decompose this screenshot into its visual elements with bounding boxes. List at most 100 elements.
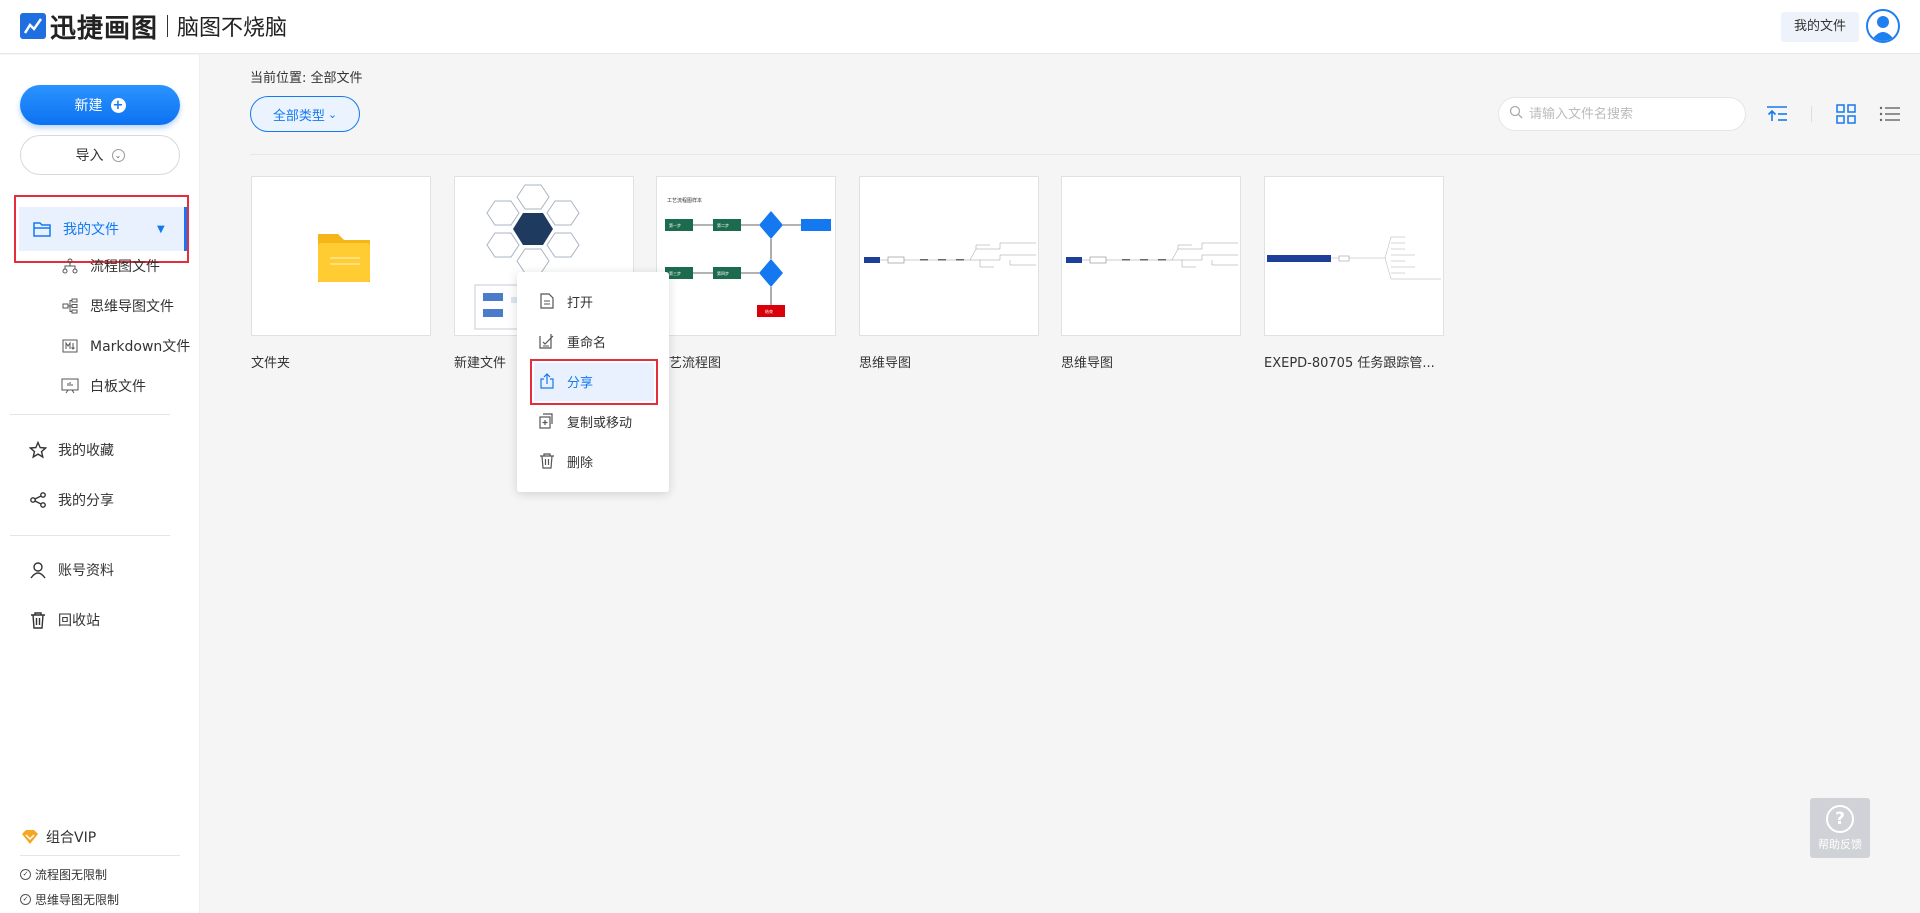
sidebar-item-mindmap-files[interactable]: 思维导图文件 bbox=[60, 296, 174, 316]
active-indicator bbox=[184, 207, 187, 251]
toolbar-divider bbox=[250, 154, 1920, 155]
menu-item-rename[interactable]: 重命名 bbox=[517, 321, 669, 361]
search-box[interactable] bbox=[1498, 97, 1746, 131]
file-name[interactable]: 文件夹 bbox=[251, 352, 290, 371]
help-feedback-button[interactable]: ? 帮助反馈 bbox=[1810, 798, 1870, 858]
mindmap-icon bbox=[60, 296, 80, 316]
sidebar-item-label: 流程图文件 bbox=[90, 259, 160, 275]
share-icon bbox=[539, 373, 555, 389]
mindmap-thumbnail bbox=[864, 242, 1036, 268]
menu-item-delete[interactable]: 删除 bbox=[517, 441, 669, 481]
menu-item-label: 打开 bbox=[567, 295, 594, 311]
file-name[interactable]: 思维导图 bbox=[859, 352, 911, 371]
markdown-icon bbox=[60, 336, 80, 356]
vip-divider bbox=[20, 855, 180, 856]
file-name[interactable]: 新建文件 bbox=[454, 352, 506, 371]
app-name: 迅捷画图 bbox=[50, 13, 159, 44]
context-menu: 打开 重命名 分享 复制或移动 删除 bbox=[517, 272, 669, 492]
vip-feature-label: 思维导图无限制 bbox=[35, 893, 120, 907]
import-button[interactable]: 导入 ⌄ bbox=[20, 135, 180, 175]
menu-item-label: 重命名 bbox=[567, 335, 607, 351]
breadcrumb: 当前位置: 全部文件 bbox=[250, 67, 363, 86]
sidebar-item-favorites[interactable]: 我的收藏 bbox=[28, 440, 114, 460]
sidebar-item-flowchart-files[interactable]: 流程图文件 bbox=[60, 256, 160, 276]
folder-icon bbox=[33, 221, 51, 237]
menu-item-open[interactable]: 打开 bbox=[517, 281, 669, 321]
sidebar-item-label: 白板文件 bbox=[90, 379, 146, 395]
sidebar-item-label: 思维导图文件 bbox=[90, 299, 174, 315]
sidebar-item-label: 我的收藏 bbox=[58, 443, 114, 459]
import-button-label: 导入 bbox=[75, 148, 104, 164]
flow-end: 结束 bbox=[765, 308, 773, 314]
file-card-mindmap[interactable] bbox=[1264, 176, 1444, 336]
sidebar-item-label: 我的文件 bbox=[63, 222, 119, 238]
flow-node: 第四步 bbox=[717, 270, 729, 276]
grid-view-icon[interactable] bbox=[1834, 102, 1858, 126]
plus-icon: + bbox=[110, 97, 126, 113]
vip-diamond-icon bbox=[20, 829, 40, 845]
sidebar-item-whiteboard-files[interactable]: 白板文件 bbox=[60, 376, 146, 396]
flow-title: 工艺流程图样本 bbox=[667, 197, 702, 204]
copy-move-icon bbox=[539, 413, 555, 429]
breadcrumb-current[interactable]: 全部文件 bbox=[311, 71, 363, 86]
mindmap-thumbnail bbox=[1267, 236, 1441, 280]
type-filter-dropdown[interactable]: 全部类型 ⌄ bbox=[250, 96, 360, 132]
sidebar-item-recycle-bin[interactable]: 回收站 bbox=[28, 610, 100, 630]
flow-node: 第二步 bbox=[717, 222, 729, 228]
logo-divider bbox=[167, 15, 169, 37]
folder-icon bbox=[318, 234, 370, 282]
sidebar-divider bbox=[10, 535, 170, 536]
star-icon bbox=[28, 440, 48, 460]
vip-banner[interactable]: 组合VIP bbox=[20, 827, 96, 847]
check-circle-icon: ✓ bbox=[20, 869, 31, 880]
sort-icon[interactable] bbox=[1765, 102, 1789, 126]
share-nodes-icon bbox=[28, 490, 48, 510]
sidebar-item-shares[interactable]: 我的分享 bbox=[28, 490, 114, 510]
menu-item-label: 复制或移动 bbox=[567, 415, 633, 431]
list-view-icon[interactable] bbox=[1878, 102, 1902, 126]
chevron-down-icon: ⌄ bbox=[111, 148, 125, 162]
sidebar-item-label: Markdown文件 bbox=[90, 339, 191, 355]
menu-item-label: 删除 bbox=[567, 455, 594, 471]
vip-feature-label: 流程图无限制 bbox=[35, 868, 108, 882]
sidebar-item-account[interactable]: 账号资料 bbox=[28, 560, 114, 580]
file-card-flowchart[interactable]: 工艺流程图样本 第一步 第二步 第三步 第四步 结束 bbox=[656, 176, 836, 336]
vip-feature-item: ✓ 思维导图无限制 bbox=[20, 891, 119, 908]
open-icon bbox=[539, 293, 555, 309]
sidebar: 新建 + 导入 ⌄ 我的文件 ▼ 流程图文件 思维导图文件 Markdown文件 bbox=[0, 55, 200, 913]
file-name[interactable]: EXEPD-80705 任务跟踪管... bbox=[1264, 352, 1435, 371]
trash-icon bbox=[28, 610, 48, 630]
sidebar-item-label: 回收站 bbox=[58, 613, 100, 629]
sidebar-divider bbox=[10, 414, 170, 415]
search-icon bbox=[1509, 105, 1523, 123]
caret-down-icon: ▼ bbox=[157, 223, 165, 235]
delete-icon bbox=[539, 453, 555, 469]
search-input[interactable] bbox=[1529, 106, 1729, 122]
file-card-folder[interactable] bbox=[251, 176, 431, 336]
menu-item-share[interactable]: 分享 bbox=[517, 361, 669, 401]
whiteboard-icon bbox=[60, 376, 80, 396]
top-header: 迅捷画图 脑图不烧脑 我的文件 bbox=[0, 0, 1920, 54]
vip-feature-item: ✓ 流程图无限制 bbox=[20, 866, 107, 883]
app-logo[interactable]: 迅捷画图 脑图不烧脑 bbox=[20, 10, 287, 44]
help-label: 帮助反馈 bbox=[1818, 838, 1862, 851]
sidebar-item-markdown-files[interactable]: Markdown文件 bbox=[60, 336, 190, 356]
user-avatar[interactable] bbox=[1866, 9, 1900, 43]
flowchart-icon bbox=[60, 256, 80, 276]
logo-icon bbox=[20, 13, 46, 39]
toolbar-separator bbox=[1811, 106, 1812, 122]
check-circle-icon: ✓ bbox=[20, 894, 31, 905]
sidebar-item-my-files[interactable]: 我的文件 ▼ bbox=[14, 195, 189, 263]
header-my-files-button[interactable]: 我的文件 bbox=[1781, 12, 1859, 42]
menu-item-copy-move[interactable]: 复制或移动 bbox=[517, 401, 669, 441]
file-card-mindmap[interactable] bbox=[1061, 176, 1241, 336]
new-button[interactable]: 新建 + bbox=[20, 85, 180, 125]
breadcrumb-label: 当前位置: bbox=[250, 71, 307, 86]
file-card-mindmap[interactable] bbox=[859, 176, 1039, 336]
sidebar-item-label: 我的分享 bbox=[58, 493, 114, 509]
flowchart-thumbnail: 工艺流程图样本 第一步 第二步 第三步 第四步 结束 bbox=[657, 189, 835, 325]
question-icon: ? bbox=[1826, 805, 1854, 833]
mindmap-thumbnail bbox=[1066, 242, 1238, 268]
new-button-label: 新建 bbox=[74, 98, 103, 114]
file-name[interactable]: 思维导图 bbox=[1061, 352, 1113, 371]
